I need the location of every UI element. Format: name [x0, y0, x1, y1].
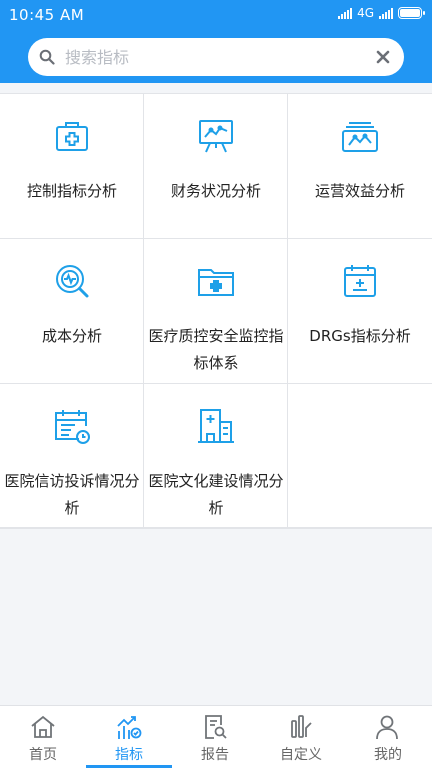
signal-icon-secondary	[379, 7, 393, 19]
grid-item-label: 医院信访投诉情况分析	[4, 472, 140, 517]
grid-item-financial-status[interactable]: 财务状况分析	[144, 94, 288, 239]
grid-item-empty	[288, 384, 432, 529]
status-bar: 10:45 AM 4G	[0, 0, 432, 30]
tab-profile[interactable]: 我的	[344, 706, 432, 768]
grid-item-control-indicators[interactable]: 控制指标分析	[0, 94, 144, 239]
medical-folder-icon	[198, 269, 234, 296]
indicator-chart-icon	[117, 716, 142, 739]
status-time: 10:45 AM	[9, 6, 85, 24]
calendar-clock-icon	[55, 410, 90, 444]
signal-icon	[338, 7, 353, 19]
grid-item-medical-quality[interactable]: 医疗质控安全监控指标体系	[144, 239, 288, 384]
tab-home[interactable]: 首页	[0, 706, 86, 768]
tab-custom[interactable]: 自定义	[258, 706, 344, 768]
tab-label: 我的	[374, 747, 402, 763]
grid-item-label: DRGs指标分析	[309, 327, 411, 345]
grid-item-label: 运营效益分析	[314, 182, 405, 200]
network-type: 4G	[357, 6, 374, 20]
custom-bars-icon	[291, 715, 312, 738]
battery-icon	[398, 7, 425, 19]
grid-item-drgs-indicators[interactable]: DRGs指标分析	[288, 239, 432, 384]
magnify-pulse-icon	[56, 265, 89, 298]
grid-item-label: 医疗质控安全监控指标体系	[148, 327, 284, 372]
first-aid-kit-icon	[56, 122, 88, 151]
report-search-icon	[205, 715, 227, 739]
bottom-tab-bar: 首页 指标 报告 自定义 我的	[0, 705, 432, 768]
clear-icon[interactable]	[376, 50, 390, 64]
user-icon	[376, 715, 398, 740]
tab-indicators[interactable]: 指标	[86, 706, 172, 768]
tab-label: 首页	[29, 747, 57, 763]
grid-item-operational-efficiency[interactable]: 运营效益分析	[288, 94, 432, 239]
stacked-trend-icon	[342, 122, 378, 152]
calendar-plus-icon	[344, 265, 376, 297]
status-indicators: 4G	[338, 6, 425, 20]
grid-item-cost-analysis[interactable]: 成本分析	[0, 239, 144, 384]
tab-reports[interactable]: 报告	[172, 706, 258, 768]
tab-label: 指标	[115, 747, 143, 763]
grid-item-label: 财务状况分析	[170, 182, 261, 200]
grid-item-label: 控制指标分析	[26, 182, 117, 200]
indicator-grid: 控制指标分析 财务状况分析 运营效益分析 成本分析 医疗质控安全监控指标体系 D…	[0, 93, 432, 529]
grid-item-label: 医院文化建设情况分析	[148, 472, 284, 517]
grid-item-culture-building[interactable]: 医院文化建设情况分析	[144, 384, 288, 529]
search-icon	[39, 49, 55, 65]
hospital-building-icon	[198, 409, 234, 443]
top-header: 10:45 AM 4G	[0, 0, 432, 83]
search-input[interactable]	[65, 46, 365, 68]
grid-item-complaints-analysis[interactable]: 医院信访投诉情况分析	[0, 384, 144, 529]
search-bar[interactable]	[28, 38, 404, 76]
grid-item-label: 成本分析	[41, 327, 102, 345]
tab-label: 报告	[201, 747, 229, 763]
tab-label: 自定义	[280, 747, 322, 763]
home-icon	[31, 715, 55, 738]
presentation-chart-icon	[199, 120, 233, 153]
